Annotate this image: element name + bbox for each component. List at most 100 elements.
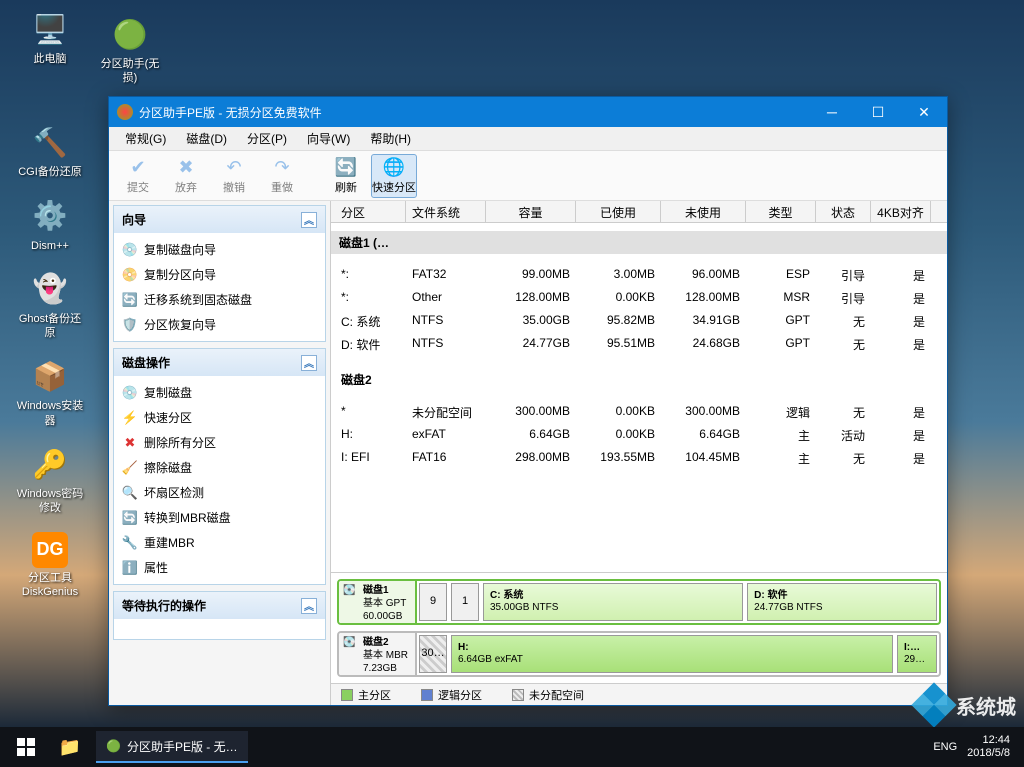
diskop-delete-all[interactable]: ✖删除所有分区 [116, 430, 323, 455]
wizard-migrate-ssd[interactable]: 🔄迁移系统到固态磁盘 [116, 287, 323, 312]
panel-pending-header[interactable]: 等待执行的操作 ︽ [114, 592, 325, 619]
minimize-button[interactable]: ─ [809, 97, 855, 127]
partition-row[interactable]: D: 软件NTFS24.77GB95.51MB24.68GBGPT无是 [331, 333, 947, 356]
diskbar-2[interactable]: 💽 磁盘2基本 MBR7.23GB 30… H:6.64GB exFAT I:…… [337, 631, 941, 677]
diskop-quick[interactable]: ⚡快速分区 [116, 405, 323, 430]
menu-partition[interactable]: 分区(P) [237, 127, 297, 150]
col-partition[interactable]: 分区 [331, 201, 406, 222]
quick-partition-button[interactable]: 🌐快速分区 [371, 154, 417, 198]
panel-wizard-header[interactable]: 向导 ︽ [114, 206, 325, 233]
recover-icon: 🛡️ [122, 317, 138, 333]
monitor-icon: 🖥️ [30, 9, 70, 49]
diskop-rebuild-mbr[interactable]: 🔧重建MBR [116, 530, 323, 555]
hammer-icon: 🔨 [30, 122, 70, 162]
copy-disk-icon: 💿 [122, 242, 138, 258]
collapse-icon[interactable]: ︽ [301, 598, 317, 614]
wizard-recover[interactable]: 🛡️分区恢复向导 [116, 312, 323, 337]
diskop-properties[interactable]: ℹ️属性 [116, 555, 323, 580]
col-filesystem[interactable]: 文件系统 [406, 201, 486, 222]
app-icon [117, 104, 133, 120]
discard-button[interactable]: ✖放弃 [163, 154, 209, 198]
partition-box-c[interactable]: C: 系统35.00GB NTFS [483, 583, 743, 621]
desktop-icon-ghost[interactable]: 👻 Ghost备份还原 [10, 265, 90, 345]
col-state[interactable]: 状态 [816, 201, 871, 222]
quick-icon: ⚡ [122, 410, 138, 426]
commit-button[interactable]: ✔提交 [115, 154, 161, 198]
disk-icon: 💽 [343, 584, 359, 600]
copy-icon: 💿 [122, 385, 138, 401]
window-title: 分区助手PE版 - 无损分区免费软件 [139, 104, 322, 121]
col-capacity[interactable]: 容量 [486, 201, 576, 222]
titlebar[interactable]: 分区助手PE版 - 无损分区免费软件 ─ ☐ ✕ [109, 97, 947, 127]
desktop-icon-winpwd[interactable]: 🔑 Windows密码修改 [10, 440, 90, 520]
partition-row[interactable]: C: 系统NTFS35.00GB95.82MB34.91GBGPT无是 [331, 310, 947, 333]
disk2-header[interactable]: 磁盘2 [331, 368, 947, 391]
menu-disk[interactable]: 磁盘(D) [176, 127, 237, 150]
desktop-icon-this-pc[interactable]: 🖥️ 此电脑 [10, 5, 90, 70]
redo-button[interactable]: ↷重做 [259, 154, 305, 198]
discard-icon: ✖ [178, 157, 193, 178]
partition-row[interactable]: *:Other128.00MB0.00KB128.00MBMSR引导是 [331, 287, 947, 310]
desktop-icon-cgi[interactable]: 🔨 CGI备份还原 [10, 118, 90, 183]
diskop-copy[interactable]: 💿复制磁盘 [116, 380, 323, 405]
diskop-convert-mbr[interactable]: 🔄转换到MBR磁盘 [116, 505, 323, 530]
maximize-button[interactable]: ☐ [855, 97, 901, 127]
collapse-icon[interactable]: ︽ [301, 355, 317, 371]
menu-general[interactable]: 常规(G) [115, 127, 176, 150]
undo-button[interactable]: ↶撤销 [211, 154, 257, 198]
desktop-icon-partition-assistant[interactable]: 🟢 分区助手(无损) [90, 10, 170, 90]
col-unused[interactable]: 未使用 [661, 201, 746, 222]
diskgenius-icon: DG [32, 532, 68, 568]
desktop-icon-dism[interactable]: ⚙️ Dism++ [10, 192, 90, 257]
partition-row[interactable]: I: EFIFAT16298.00MB193.55MB104.45MB主无是 [331, 447, 947, 470]
ghost-icon: 👻 [30, 269, 70, 309]
disk1-header[interactable]: 磁盘1 (… [331, 231, 947, 254]
close-button[interactable]: ✕ [901, 97, 947, 127]
legend-primary: 主分区 [358, 687, 391, 703]
collapse-icon[interactable]: ︽ [301, 212, 317, 228]
wizard-copy-partition[interactable]: 📀复制分区向导 [116, 262, 323, 287]
partition-box-d[interactable]: D: 软件24.77GB NTFS [747, 583, 937, 621]
partition-box-small[interactable]: 1 [451, 583, 479, 621]
partition-row[interactable]: H:exFAT6.64GB0.00KB6.64GB主活动是 [331, 424, 947, 447]
delete-icon: ✖ [122, 435, 138, 451]
partition-row[interactable]: *:FAT3299.00MB3.00MB96.00MBESP引导是 [331, 264, 947, 287]
redo-icon: ↷ [274, 157, 289, 178]
desktop-icon-wininstaller[interactable]: 📦 Windows安装器 [10, 352, 90, 432]
taskbar-app-button[interactable]: 🟢 分区助手PE版 - 无… [96, 731, 248, 763]
diskbar-1[interactable]: 💽 磁盘1基本 GPT60.00GB 9 1 C: 系统35.00GB NTFS… [337, 579, 941, 625]
convert-icon: 🔄 [122, 510, 138, 526]
menu-wizard[interactable]: 向导(W) [297, 127, 360, 150]
wizard-copy-disk[interactable]: 💿复制磁盘向导 [116, 237, 323, 262]
col-used[interactable]: 已使用 [576, 201, 661, 222]
windows-icon [17, 738, 35, 756]
ime-indicator[interactable]: ENG [933, 741, 957, 753]
desktop-icon-diskgenius[interactable]: DG 分区工具DiskGenius [10, 528, 90, 604]
rebuild-icon: 🔧 [122, 535, 138, 551]
partition-box-small[interactable]: 30… [419, 635, 447, 673]
migrate-icon: 🔄 [122, 292, 138, 308]
copy-partition-icon: 📀 [122, 267, 138, 283]
partition-box-h[interactable]: H:6.64GB exFAT [451, 635, 893, 673]
refresh-icon: 🔄 [335, 157, 357, 178]
legend: 主分区 逻辑分区 未分配空间 [331, 683, 947, 705]
diskop-badsector[interactable]: 🔍坏扇区检测 [116, 480, 323, 505]
panel-pending: 等待执行的操作 ︽ [113, 591, 326, 640]
col-4kb-align[interactable]: 4KB对齐 [871, 201, 931, 222]
col-type[interactable]: 类型 [746, 201, 816, 222]
taskbar-explorer-icon[interactable]: 📁 [48, 727, 92, 767]
menu-help[interactable]: 帮助(H) [360, 127, 421, 150]
panel-diskops-header[interactable]: 磁盘操作 ︽ [114, 349, 325, 376]
clock[interactable]: 12:44 2018/5/8 [967, 734, 1010, 760]
partition-row[interactable]: *未分配空间300.00MB0.00KB300.00MB逻辑无是 [331, 401, 947, 424]
legend-unallocated: 未分配空间 [529, 687, 584, 703]
undo-icon: ↶ [226, 157, 241, 178]
refresh-button[interactable]: 🔄刷新 [323, 154, 369, 198]
partition-box-i[interactable]: I:…29… [897, 635, 937, 673]
partition-box-small[interactable]: 9 [419, 583, 447, 621]
properties-icon: ℹ️ [122, 560, 138, 576]
diskop-wipe[interactable]: 🧹擦除磁盘 [116, 455, 323, 480]
start-button[interactable] [4, 727, 48, 767]
taskbar: 📁 🟢 分区助手PE版 - 无… ENG 12:44 2018/5/8 [0, 727, 1024, 767]
app-window: 分区助手PE版 - 无损分区免费软件 ─ ☐ ✕ 常规(G) 磁盘(D) 分区(… [108, 96, 948, 706]
